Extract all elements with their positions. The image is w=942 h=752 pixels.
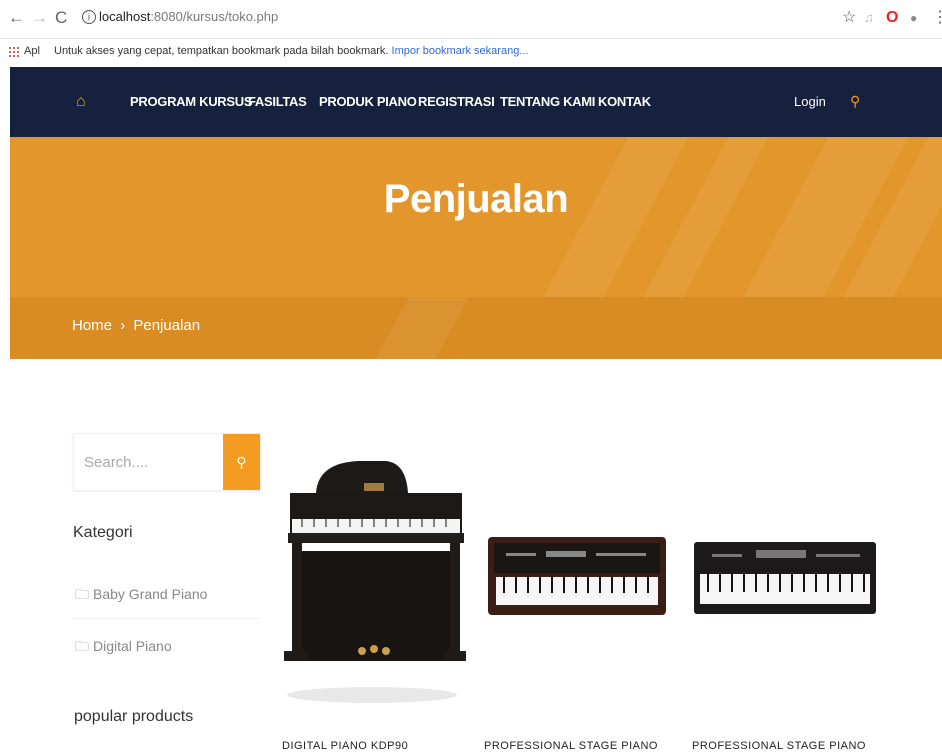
address-bar[interactable]: i localhost:8080/kursus/toko.php [75,4,835,32]
opera-icon[interactable]: O [886,8,898,28]
breadcrumb-current: Penjualan [133,317,201,334]
address-row: ← → C i localhost:8080/kursus/toko.php ☆… [0,0,942,39]
import-bookmarks-link[interactable]: Impor bookmark sekarang... [392,45,529,57]
nav-item-kontak[interactable]: KONTAK [598,94,651,109]
breadcrumb-separator: › [120,317,126,334]
product-name[interactable]: PROFESSIONAL STAGE PIANO [692,740,866,752]
browser-chrome: ← → C i localhost:8080/kursus/toko.php ☆… [0,0,942,66]
login-link[interactable]: Login [794,94,826,109]
nav-item-produk-piano[interactable]: PRODUK PIANO [319,94,417,109]
hero-decor [366,297,474,359]
reload-icon[interactable]: C [55,6,67,30]
category-item[interactable]: 🗀 Baby Grand Piano [75,584,207,608]
back-icon[interactable]: ← [8,6,25,30]
sidebar-search: ⚲ [73,433,261,491]
product-image-upright-piano[interactable] [278,455,466,705]
search-button[interactable]: ⚲ [223,434,260,490]
nav-item-tentang-kami[interactable]: TENTANG KAMI [500,94,595,109]
url-text[interactable]: localhost:8080/kursus/toko.php [99,9,278,24]
home-icon[interactable]: ⌂ [76,93,86,111]
shield-icon[interactable]: ● [910,8,917,28]
star-icon[interactable]: ☆ [842,8,856,28]
apps-icon[interactable] [8,46,20,58]
popular-products-title: popular products [74,708,194,725]
menu-icon[interactable]: ⋮ [932,8,942,28]
search-input[interactable] [74,434,222,490]
category-title: Kategori [73,524,133,541]
search-icon: ⚲ [236,454,247,470]
folder-icon: 🗀 [75,638,89,654]
category-item[interactable]: 🗀 Digital Piano [75,636,172,660]
breadcrumb-home[interactable]: Home [72,317,112,334]
breadcrumb-bar: Home › Penjualan [10,297,942,359]
nav-item-registrasi[interactable]: REGISTRASI [418,94,495,109]
forward-icon[interactable]: → [31,6,48,30]
search-icon[interactable]: ⚲ [850,93,860,110]
page-title: Penjualan [383,177,569,221]
divider [73,618,260,619]
site-navbar: ⌂ PROGRAM KURSUS FASILTAS PRODUK PIANO R… [10,67,942,137]
nav-item-program-kursus[interactable]: PROGRAM KURSUS [130,94,253,109]
product-name[interactable]: PROFESSIONAL STAGE PIANO [484,740,658,752]
bookmarks-hint: Untuk akses yang cepat, tempatkan bookma… [54,45,529,57]
nav-item-fasiltas[interactable]: FASILTAS [248,94,307,109]
folder-icon: 🗀 [75,586,89,602]
product-name[interactable]: DIGITAL PIANO KDP90 [282,740,408,752]
breadcrumb: Home › Penjualan [72,317,200,334]
hero-banner: Penjualan [10,137,942,297]
extension-icon[interactable]: ♫ [864,8,874,28]
product-image-stage-piano-1[interactable] [486,533,668,619]
info-icon[interactable]: i [82,10,96,24]
apps-label[interactable]: Apl [24,45,40,57]
bookmarks-bar: Apl Untuk akses yang cepat, tempatkan bo… [0,38,942,66]
product-image-stage-piano-2[interactable] [692,540,878,616]
